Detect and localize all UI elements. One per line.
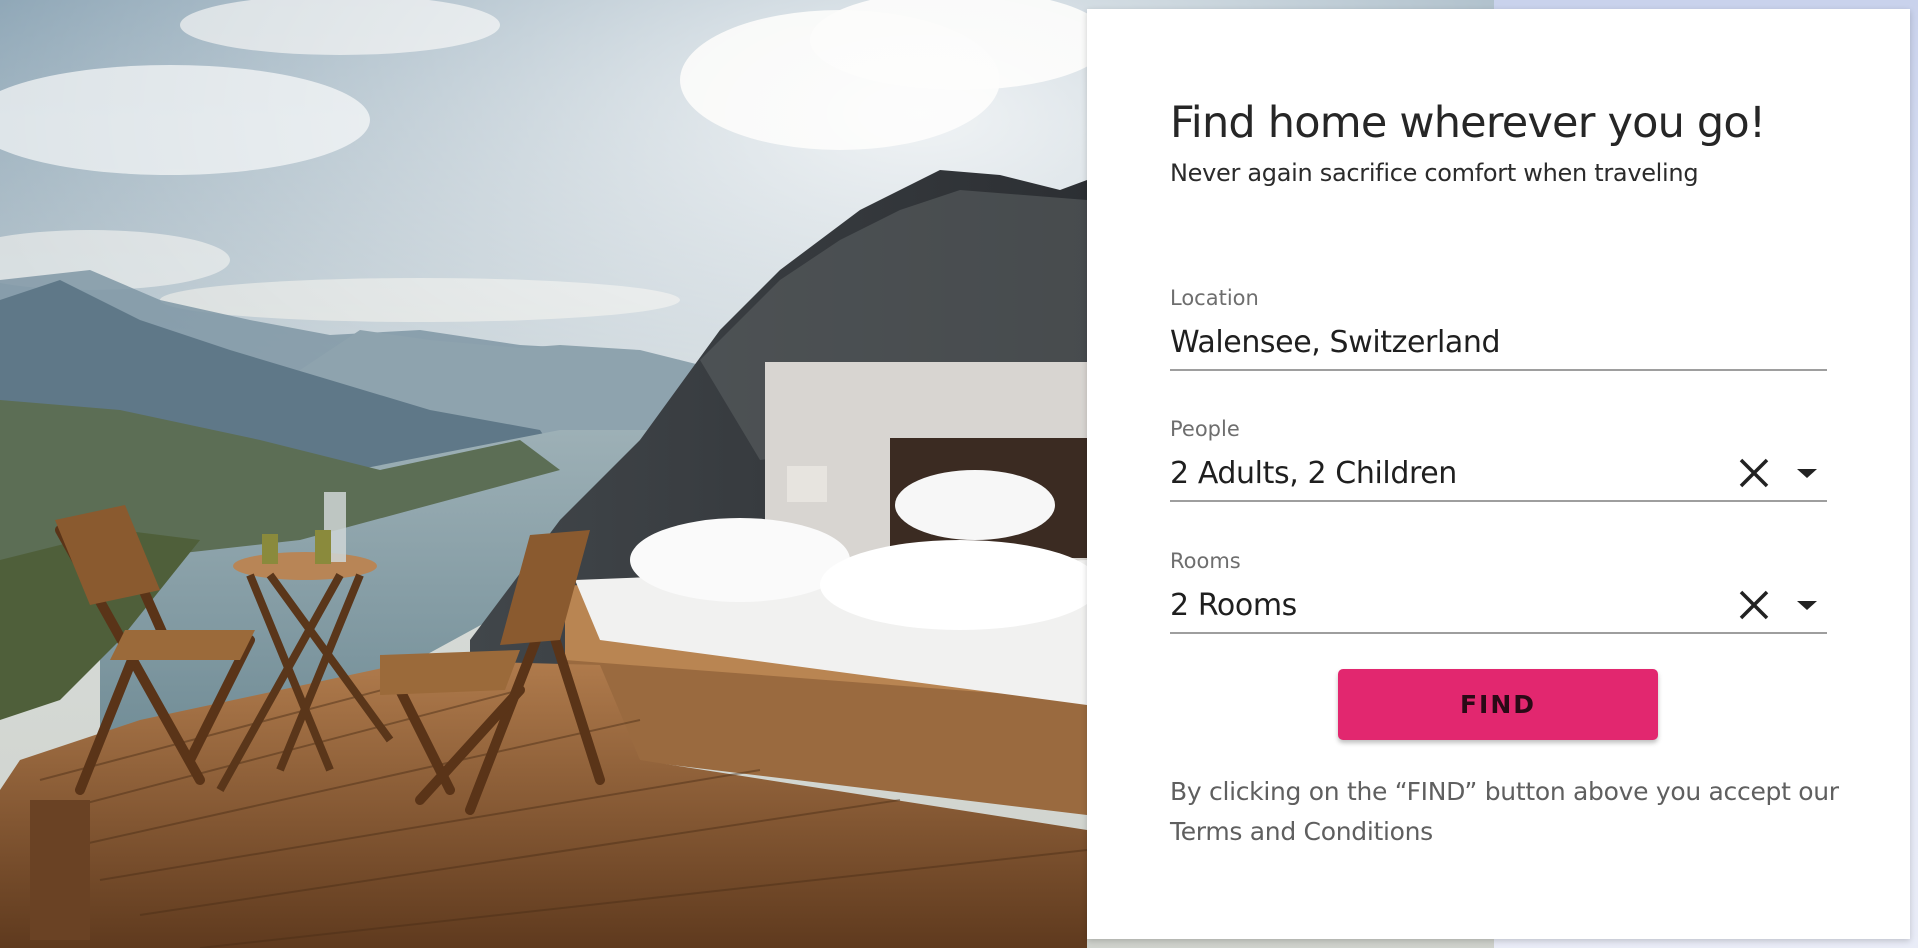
terms-notice: By clicking on the “FIND” button above y…	[1170, 772, 1850, 852]
people-field: People 2 Adults, 2 Children	[1170, 416, 1827, 502]
page-title: Find home wherever you go!	[1170, 98, 1766, 148]
people-label: People	[1170, 417, 1240, 441]
find-button[interactable]: FIND	[1338, 669, 1658, 740]
location-field: Location	[1170, 285, 1827, 371]
location-label: Location	[1170, 286, 1259, 310]
close-icon[interactable]	[1737, 588, 1771, 622]
location-input[interactable]	[1170, 324, 1690, 362]
search-card-content: Find home wherever you go! Never again s…	[1170, 95, 1827, 634]
page: Find home wherever you go! Never again s…	[0, 0, 1918, 948]
page-subtitle: Never again sacrifice comfort when trave…	[1170, 159, 1699, 187]
rooms-field: Rooms 2 Rooms	[1170, 548, 1827, 634]
people-value: 2 Adults, 2 Children	[1170, 456, 1457, 491]
caret-down-icon[interactable]	[1797, 601, 1817, 610]
caret-down-icon[interactable]	[1797, 469, 1817, 478]
rooms-value: 2 Rooms	[1170, 588, 1297, 623]
location-control	[1170, 321, 1827, 371]
terms-link[interactable]: Terms and Conditions	[1170, 817, 1433, 846]
close-icon[interactable]	[1737, 456, 1771, 490]
rooms-select[interactable]: 2 Rooms	[1170, 584, 1827, 634]
terms-text: By clicking on the “FIND” button above y…	[1170, 777, 1839, 806]
rooms-label: Rooms	[1170, 549, 1241, 573]
people-select[interactable]: 2 Adults, 2 Children	[1170, 452, 1827, 502]
